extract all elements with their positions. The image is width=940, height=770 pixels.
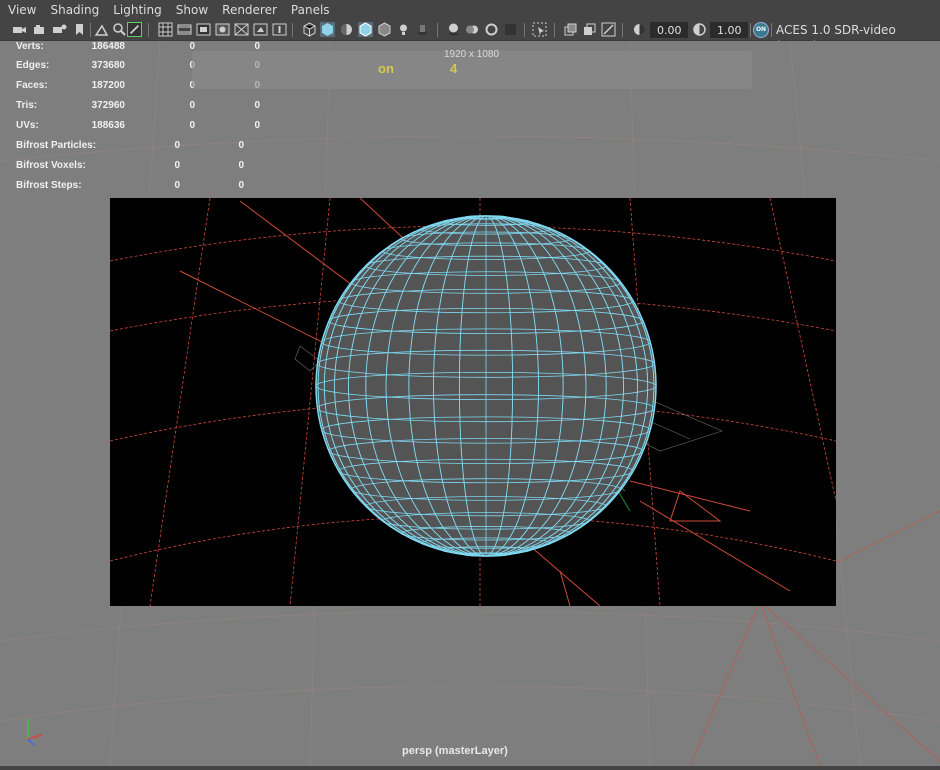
film-gate-icon[interactable] <box>177 22 192 37</box>
resolution-gate-label: 1920 x 1080 <box>444 49 500 60</box>
resolution-gate-icon[interactable] <box>196 22 211 37</box>
viewport-menubar: View Shading Lighting Show Renderer Pane… <box>0 0 940 20</box>
image-plane-icon[interactable] <box>94 22 109 37</box>
hud-value: 187200 <box>91 80 125 91</box>
polysphere-wireframe <box>315 215 657 557</box>
xray-icon[interactable] <box>377 22 392 37</box>
bookmark-camera-icon[interactable] <box>52 22 67 37</box>
use-all-lights-icon[interactable] <box>396 22 411 37</box>
hud-value: 373680 <box>91 60 125 71</box>
safe-action-icon[interactable] <box>253 22 268 37</box>
grease-pencil-icon[interactable] <box>127 22 142 37</box>
bookmark-icon[interactable] <box>72 22 87 37</box>
safe-title-icon[interactable] <box>272 22 287 37</box>
hud-value: 186488 <box>91 41 125 52</box>
viewport-scene <box>0 41 940 766</box>
viewport-toolbar: 0.00 1.00 ON ACES 1.0 SDR-video (sRGB) <box>0 20 940 53</box>
anti-aliasing-icon[interactable] <box>484 22 499 37</box>
hud-value: 0 <box>189 41 195 52</box>
menu-lighting[interactable]: Lighting <box>106 0 169 20</box>
in-view-message-state: on <box>378 61 394 76</box>
hud-value: 0 <box>189 100 195 111</box>
2d-pan-zoom-icon[interactable] <box>112 22 127 37</box>
select-camera-icon[interactable] <box>12 22 27 37</box>
hud-value: 0 <box>238 180 244 191</box>
view-axis-icon <box>27 719 43 746</box>
hud-value: 188636 <box>91 120 125 131</box>
field-chart-icon[interactable] <box>234 22 249 37</box>
exposure-icon[interactable] <box>632 22 647 37</box>
hud-label: Tris: <box>16 100 38 111</box>
hud-value: 0 <box>189 120 195 131</box>
hud-value: 0 <box>238 160 244 171</box>
gamma-icon[interactable] <box>692 22 707 37</box>
menu-shading[interactable]: Shading <box>43 0 106 20</box>
xray-active-components-icon[interactable] <box>563 22 578 37</box>
menu-panels[interactable]: Panels <box>284 0 337 20</box>
wireframe-icon[interactable] <box>302 22 317 37</box>
3d-viewport[interactable]: Verts: 186488 0 0 Edges: 373680 0 0 Face… <box>0 41 940 766</box>
hud-value: 0 <box>174 180 180 191</box>
menu-renderer[interactable]: Renderer <box>215 0 284 20</box>
hud-label: Bifrost Voxels: <box>16 160 86 171</box>
hud-label: Faces: <box>16 80 48 91</box>
screen-space-ao-icon[interactable] <box>446 22 461 37</box>
color-management-toggle[interactable]: ON <box>753 22 769 38</box>
motion-blur-icon[interactable] <box>465 22 480 37</box>
hud-value: 0 <box>238 140 244 151</box>
menu-show[interactable]: Show <box>169 0 215 20</box>
wireframe-on-shaded-icon[interactable] <box>358 22 373 37</box>
exposure-field[interactable]: 0.00 <box>650 22 688 38</box>
hud-value: 372960 <box>91 100 125 111</box>
shadows-icon[interactable] <box>415 22 430 37</box>
hud-label: Edges: <box>16 60 50 71</box>
xray-joints-icon[interactable] <box>582 22 597 37</box>
hud-label: UVs: <box>16 120 39 131</box>
hud-value: 0 <box>174 140 180 151</box>
hud-value: 0 <box>174 160 180 171</box>
hud-label: Bifrost Steps: <box>16 180 82 191</box>
depth-of-field-icon[interactable] <box>503 22 518 37</box>
gamma-field[interactable]: 1.00 <box>710 22 748 38</box>
hud-label: Verts: <box>16 41 44 52</box>
in-view-message-number: 4 <box>450 61 458 76</box>
isolate-select-icon[interactable] <box>532 22 547 37</box>
hud-icon[interactable] <box>601 22 616 37</box>
panel-bottom-border <box>0 766 940 770</box>
hud-value: 0 <box>254 120 260 131</box>
hud-value: 0 <box>254 100 260 111</box>
grid-icon[interactable] <box>158 22 173 37</box>
camera-attributes-icon[interactable] <box>32 22 47 37</box>
menu-view[interactable]: View <box>0 0 43 20</box>
hud-label: Bifrost Particles: <box>16 140 97 151</box>
color-management-badge: ON <box>755 26 767 33</box>
default-material-icon[interactable] <box>339 22 354 37</box>
camera-name-label: persp (masterLayer) <box>402 745 508 757</box>
gate-mask-icon[interactable] <box>215 22 230 37</box>
smooth-shade-icon[interactable] <box>320 22 335 37</box>
